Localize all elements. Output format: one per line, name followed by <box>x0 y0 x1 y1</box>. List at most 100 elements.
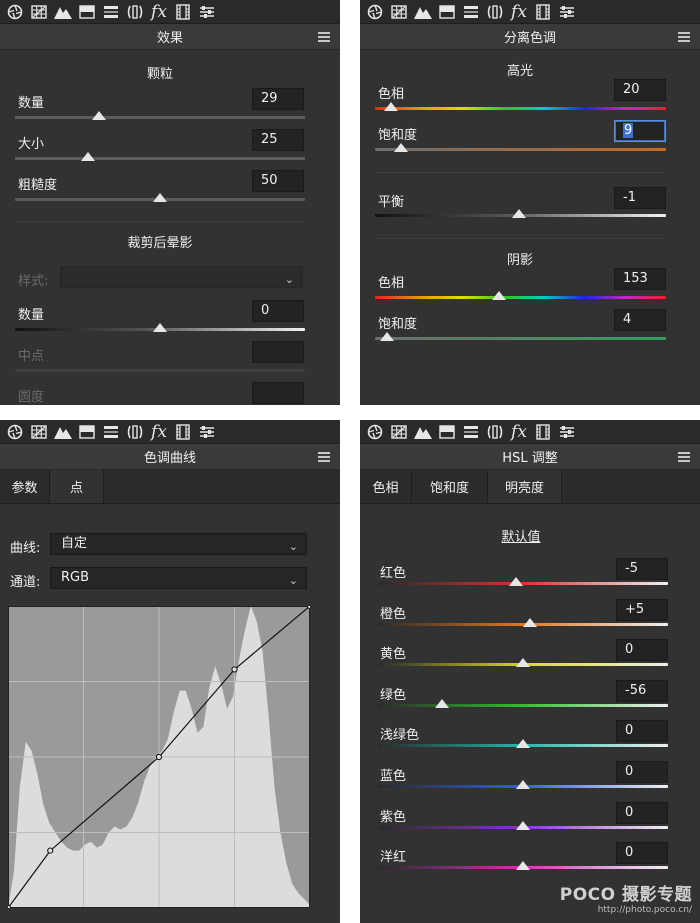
film-strip-icon[interactable] <box>532 422 554 442</box>
slider-thumb[interactable] <box>516 780 530 789</box>
mountains-icon[interactable] <box>52 2 74 22</box>
panel-menu-icon[interactable] <box>678 32 690 42</box>
slider-thumb[interactable] <box>512 209 527 218</box>
hsl-row-slider[interactable] <box>378 820 668 830</box>
hsl-row-slider[interactable] <box>378 658 668 668</box>
fx-icon[interactable]: fx <box>508 422 530 442</box>
sliders-icon[interactable] <box>556 2 578 22</box>
highlights-saturation-input[interactable]: 9 <box>614 120 666 142</box>
lens-bracket-icon[interactable] <box>484 422 506 442</box>
sliders-icon[interactable] <box>556 422 578 442</box>
shadows-saturation-slider[interactable] <box>375 332 666 341</box>
hsl-row-slider[interactable] <box>378 861 668 871</box>
mountains-icon[interactable] <box>412 422 434 442</box>
aperture-icon[interactable] <box>4 2 26 22</box>
slider-thumb[interactable] <box>434 698 449 708</box>
hsl-row-slider[interactable] <box>378 739 668 749</box>
slider-thumb[interactable] <box>523 617 538 627</box>
slider-thumb[interactable] <box>80 152 95 161</box>
aperture-icon[interactable] <box>364 2 386 22</box>
mountains-icon[interactable] <box>412 2 434 22</box>
shadows-saturation-input[interactable]: 4 <box>614 309 666 331</box>
divider-lines-icon[interactable] <box>100 2 122 22</box>
vignette-amount-input[interactable]: 0 <box>252 300 304 322</box>
hsl-row-slider[interactable] <box>378 617 668 627</box>
tab-hue[interactable]: 色相 <box>360 470 412 503</box>
hsl-row-input[interactable]: 0 <box>616 720 668 743</box>
curve-control-point[interactable] <box>231 666 238 673</box>
aperture-icon[interactable] <box>4 422 26 442</box>
slider-thumb[interactable] <box>394 143 409 152</box>
balance-input[interactable]: -1 <box>614 187 666 209</box>
lens-bracket-icon[interactable] <box>124 2 146 22</box>
slider-thumb[interactable] <box>379 332 394 341</box>
split-tone-icon[interactable] <box>436 2 458 22</box>
aperture-icon[interactable] <box>364 422 386 442</box>
film-strip-icon[interactable] <box>172 2 194 22</box>
curve-graph[interactable] <box>4 602 314 912</box>
mountains-icon[interactable] <box>52 422 74 442</box>
slider-thumb[interactable] <box>153 323 167 332</box>
tab-point[interactable]: 点 <box>50 470 104 503</box>
slider-thumb[interactable] <box>516 820 530 830</box>
slider-thumb[interactable] <box>516 658 530 668</box>
grain-size-input[interactable]: 25 <box>252 129 304 151</box>
divider-lines-icon[interactable] <box>100 422 122 442</box>
panel-menu-icon[interactable] <box>318 452 330 462</box>
curve-control-point[interactable] <box>47 847 54 854</box>
film-strip-icon[interactable] <box>532 2 554 22</box>
hsl-row-input[interactable]: 0 <box>616 639 668 662</box>
curve-preset-dropdown[interactable]: 自定 ⌄ <box>50 533 307 555</box>
lens-bracket-icon[interactable] <box>124 422 146 442</box>
split-tone-icon[interactable] <box>436 422 458 442</box>
slider-thumb[interactable] <box>516 861 530 871</box>
curve-control-point[interactable] <box>155 753 163 761</box>
hsl-row-input[interactable]: -56 <box>616 679 668 702</box>
grid-icon[interactable] <box>388 422 410 442</box>
vignette-style-dropdown[interactable]: ⌄ <box>60 266 303 288</box>
panel-menu-icon[interactable] <box>678 452 690 462</box>
divider-lines-icon[interactable] <box>460 2 482 22</box>
divider-lines-icon[interactable] <box>460 422 482 442</box>
grid-icon[interactable] <box>388 2 410 22</box>
sliders-icon[interactable] <box>196 2 218 22</box>
grain-amount-slider[interactable] <box>15 111 305 120</box>
hsl-row-input[interactable]: +5 <box>616 598 668 621</box>
channel-dropdown[interactable]: RGB ⌄ <box>50 567 307 589</box>
split-tone-icon[interactable] <box>76 2 98 22</box>
shadows-hue-input[interactable]: 153 <box>614 268 666 290</box>
slider-thumb[interactable] <box>491 291 506 300</box>
grid-icon[interactable] <box>28 2 50 22</box>
tab-luminance[interactable]: 明亮度 <box>488 470 562 503</box>
fx-icon[interactable]: fx <box>508 2 530 22</box>
sliders-icon[interactable] <box>196 422 218 442</box>
vignette-midpoint-slider[interactable] <box>15 369 305 372</box>
tab-parametric[interactable]: 参数 <box>0 470 50 503</box>
grain-amount-input[interactable]: 29 <box>252 88 304 110</box>
defaults-link[interactable]: 默认值 <box>360 526 682 545</box>
highlights-hue-slider[interactable] <box>375 102 666 111</box>
vignette-roundness-input[interactable] <box>252 382 304 404</box>
hsl-row-input[interactable]: 0 <box>616 842 668 865</box>
hsl-row-input[interactable]: 0 <box>616 801 668 824</box>
fx-icon[interactable]: fx <box>148 2 170 22</box>
panel-menu-icon[interactable] <box>318 32 330 42</box>
grain-size-slider[interactable] <box>15 152 305 161</box>
grid-icon[interactable] <box>28 422 50 442</box>
grain-roughness-input[interactable]: 50 <box>252 170 304 192</box>
shadows-hue-slider[interactable] <box>375 291 666 300</box>
lens-bracket-icon[interactable] <box>484 2 506 22</box>
slider-thumb[interactable] <box>516 739 530 749</box>
vignette-amount-slider[interactable] <box>15 323 305 332</box>
hsl-row-slider[interactable] <box>378 698 668 708</box>
curve-canvas[interactable] <box>4 602 314 912</box>
vignette-midpoint-input[interactable] <box>252 341 304 363</box>
tab-saturation[interactable]: 饱和度 <box>412 470 488 503</box>
split-tone-icon[interactable] <box>76 422 98 442</box>
balance-slider[interactable] <box>375 209 666 218</box>
slider-thumb[interactable] <box>508 577 523 586</box>
slider-thumb[interactable] <box>384 102 399 111</box>
highlights-saturation-slider[interactable] <box>375 143 666 152</box>
fx-icon[interactable]: fx <box>148 422 170 442</box>
highlights-hue-input[interactable]: 20 <box>614 79 666 101</box>
